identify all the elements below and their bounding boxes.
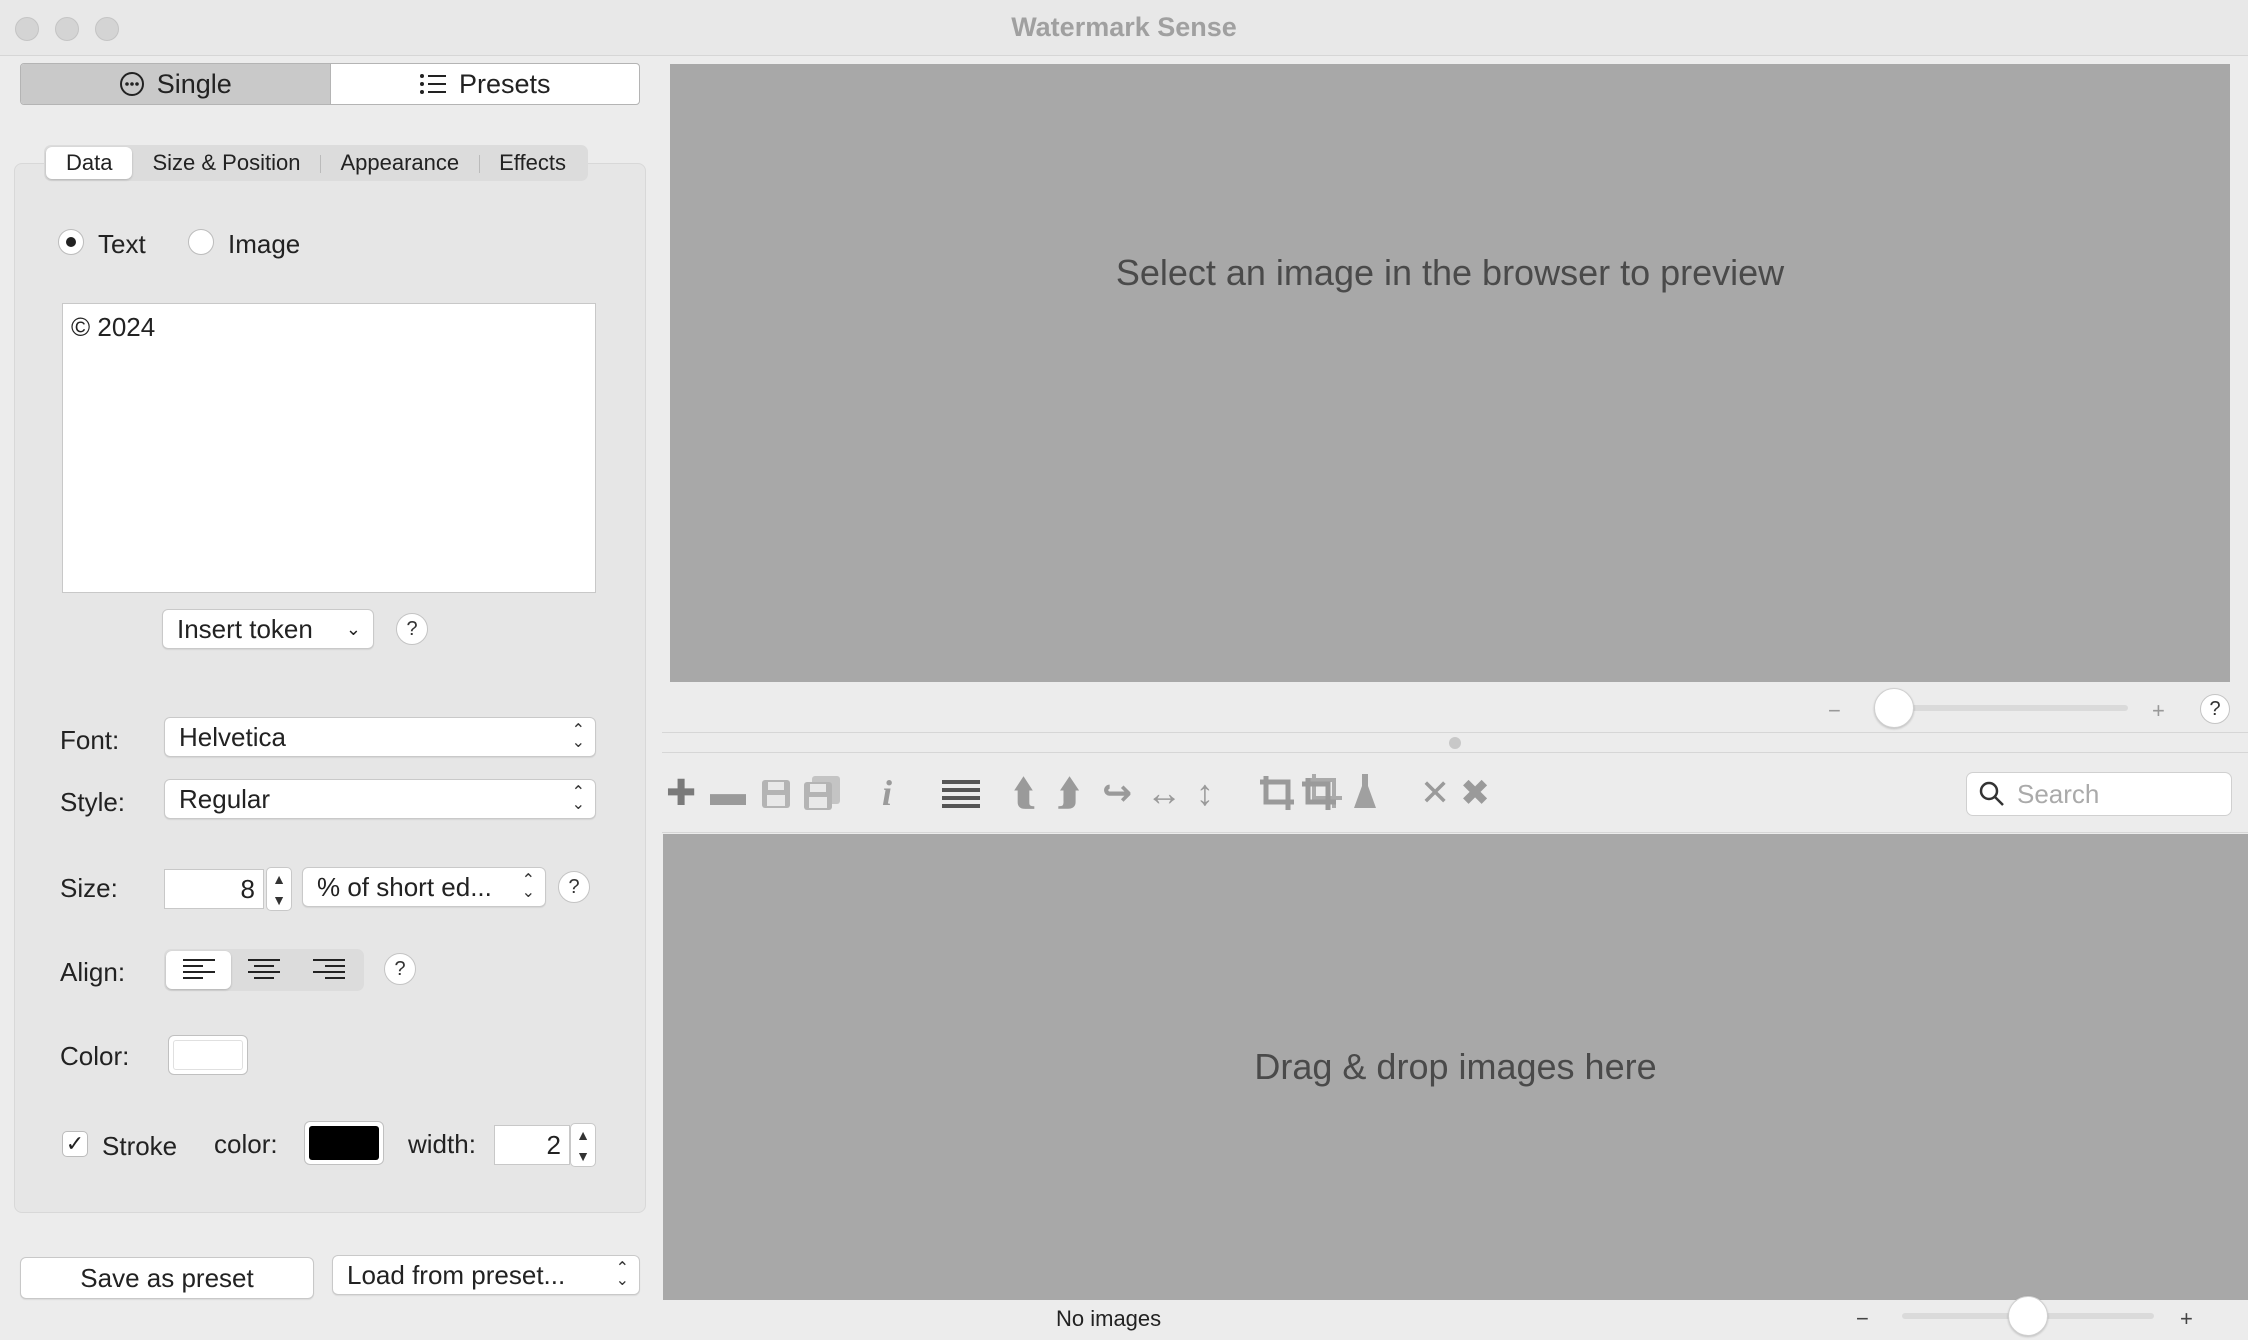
rotate-right-icon[interactable]: ⮭ [1058,772,1079,815]
stroke-color-swatch [309,1126,379,1160]
align-label: Align: [60,957,126,987]
color-label: Color: [60,1041,130,1071]
split-divider [662,732,2248,733]
align-left-icon [182,959,215,979]
align-left-button[interactable] [166,951,232,989]
preview-area: Select an image in the browser to previe… [670,64,2230,682]
preview-help-button[interactable]: ? [2200,694,2230,724]
stroke-width-label: width: [408,1129,476,1159]
style-value: Regular [179,783,271,814]
crop-icon[interactable] [1258,774,1296,812]
align-segmented-control [164,949,364,991]
stroke-color-well[interactable] [304,1121,384,1165]
rotate-left-icon[interactable]: ⮬ [1014,772,1035,815]
status-text: No images [1056,1306,1162,1331]
tab-effects[interactable]: Effects [479,147,586,179]
size-help-button[interactable]: ? [558,871,590,903]
image-radio[interactable] [188,229,214,255]
rotate-icon[interactable]: ↪ [1102,772,1132,814]
up-down-chevron-icon: ⌃ ⌄ [571,784,585,813]
align-right-button[interactable] [297,951,362,989]
image-radio-label: Image [228,229,301,259]
font-popup[interactable]: Helvetica ⌃ ⌄ [164,717,596,757]
stroke-width-stepper[interactable]: ▲ ▼ [570,1123,596,1167]
list-view-icon[interactable] [942,780,980,810]
close-all-icon[interactable]: ✖ [1460,772,1490,814]
split-view-handle[interactable] [1449,737,1461,749]
up-down-chevron-icon: ⌃ ⌄ [615,1260,629,1289]
image-browser-drop-zone[interactable]: Drag & drop images here [663,834,2248,1300]
mode-single-button[interactable]: Single [21,64,331,104]
search-icon [1979,781,2004,806]
preview-zoom-knob[interactable] [1874,688,1914,728]
tab-size-position[interactable]: Size & Position [132,147,320,179]
stroke-color-label: color: [214,1129,278,1159]
flip-vertical-icon[interactable]: ↕ [1196,772,1214,814]
load-from-preset-label: Load from preset... [347,1259,566,1290]
insert-token-help-button[interactable]: ? [396,613,428,645]
save-icon[interactable] [760,778,792,810]
mode-single-label: Single [156,68,232,99]
watermark-text-input[interactable]: © 2024 [62,303,596,593]
settings-tabs: Data Size & Position Appearance Effects [44,145,588,181]
align-help-button[interactable]: ? [384,953,416,985]
crop-all-icon[interactable] [1300,772,1344,812]
remove-icon[interactable]: ▬ [710,772,746,814]
save-all-icon[interactable] [802,774,842,812]
up-down-chevron-icon: ⌃ ⌄ [571,722,585,751]
size-label: Size: [60,873,118,903]
settings-panel: Single Presets Data Size & Position Appe… [0,57,660,1340]
font-value: Helvetica [179,721,286,752]
mode-presets-label: Presets [458,68,551,99]
mode-switcher: Single Presets [20,63,640,105]
browser-zoom-in-label: + [2180,1306,2193,1331]
search-placeholder: Search [2017,778,2100,809]
text-radio[interactable] [58,229,84,255]
up-down-chevron-icon: ⌃ ⌄ [521,872,535,901]
stroke-checkbox[interactable]: ✓ [62,1131,88,1157]
browser-placeholder: Drag & drop images here [1254,1046,1657,1087]
size-unit-value: % of short ed... [317,871,492,902]
browser-zoom-knob[interactable] [2008,1296,2048,1336]
text-color-well[interactable] [168,1035,248,1075]
align-right-icon [313,959,346,979]
style-label: Style: [60,787,126,817]
insert-token-label: Insert token [177,613,313,644]
toolbar-top-border [662,752,2248,753]
size-stepper[interactable]: ▲ ▼ [266,867,292,911]
app-window: Watermark Sense Single Presets Data Size… [0,0,2248,1340]
window-title: Watermark Sense [1011,12,1237,42]
close-icon[interactable]: ✕ [1420,772,1450,814]
align-center-icon [247,959,280,979]
align-center-button[interactable] [231,951,296,989]
add-icon[interactable]: ✚ [666,772,696,814]
ellipsis-circle-icon [119,72,144,96]
title-bar: Watermark Sense [0,0,2248,56]
save-as-preset-button[interactable]: Save as preset [20,1257,314,1299]
info-icon[interactable]: i [882,772,892,814]
load-from-preset-popup[interactable]: Load from preset... ⌃ ⌄ [332,1255,640,1295]
preview-zoom-out-label: − [1828,698,1841,723]
tab-data[interactable]: Data [46,147,133,179]
preview-zoom-in-label: + [2152,698,2165,723]
browser-zoom-out-label: − [1856,1306,1869,1331]
clear-icon[interactable] [1350,772,1380,812]
preview-placeholder: Select an image in the browser to previe… [1115,252,1785,293]
search-field[interactable]: Search [1966,772,2232,816]
mode-presets-button[interactable]: Presets [331,64,640,104]
chevron-down-icon: ⌄ [345,618,361,639]
stroke-label: Stroke [102,1131,178,1161]
size-field[interactable]: 8 [164,869,264,909]
font-label: Font: [60,725,120,755]
text-radio-label: Text [98,229,146,259]
toolbar-bottom-border [662,832,2248,833]
tab-appearance[interactable]: Appearance [320,147,479,179]
style-popup[interactable]: Regular ⌃ ⌄ [164,779,596,819]
size-unit-popup[interactable]: % of short ed... ⌃ ⌄ [302,867,546,907]
insert-token-popup[interactable]: Insert token ⌄ [162,609,374,649]
list-icon [419,74,446,94]
text-color-swatch [173,1040,243,1070]
flip-horizontal-icon[interactable]: ↔ [1146,772,1182,814]
stroke-width-field[interactable]: 2 [494,1125,570,1165]
